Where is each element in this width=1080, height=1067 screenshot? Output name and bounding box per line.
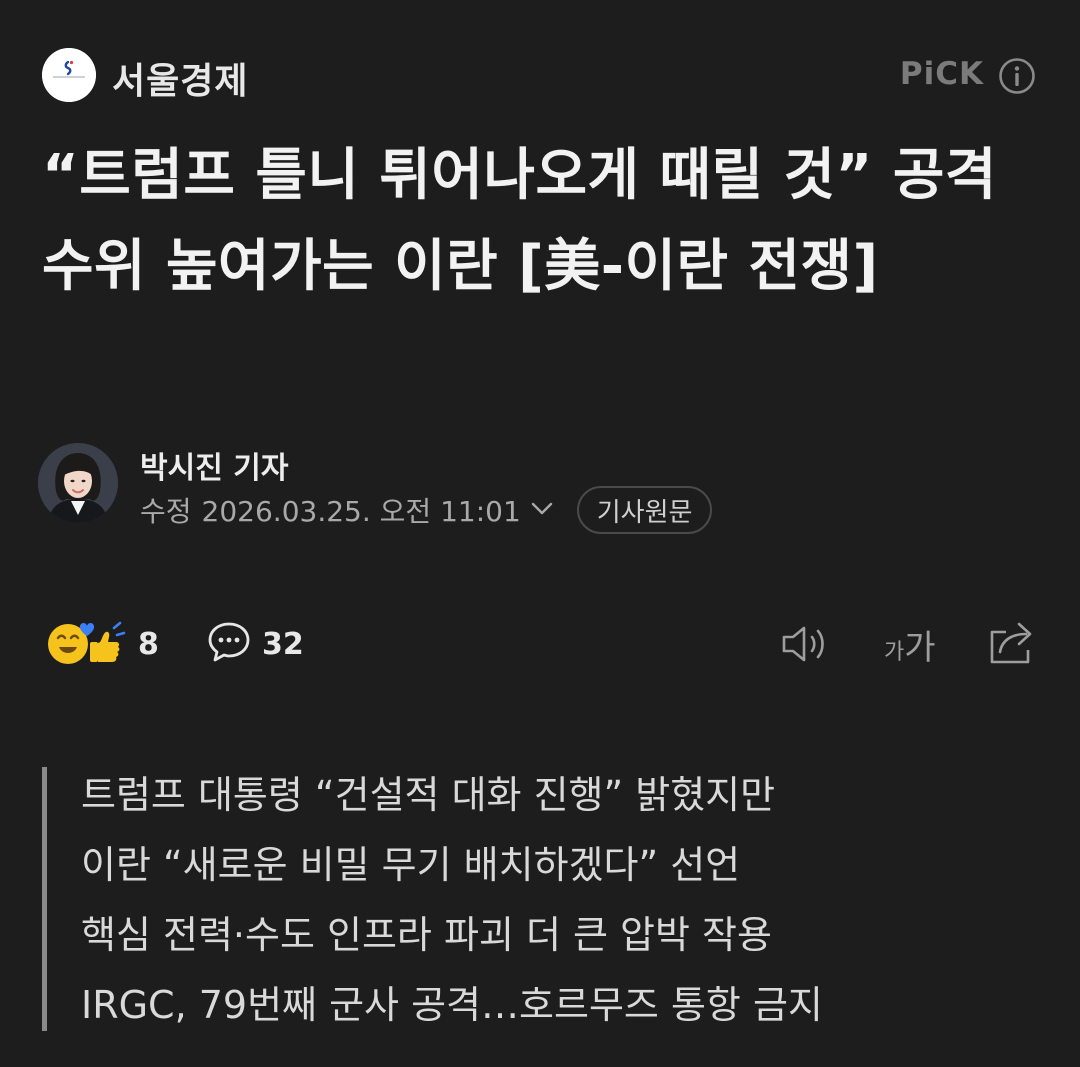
comment-icon [206, 619, 252, 669]
date-row: 수정 2026.03.25. 오전 11:01 기사원문 [140, 486, 713, 534]
article-summary: 트럼프 대통령 “건설적 대화 진행” 밝혔지만 이란 “새로운 비밀 무기 배… [42, 767, 1032, 1031]
summary-line: 핵심 전력·수도 인프라 파괴 더 큰 압박 작용 [81, 913, 772, 957]
reaction-button[interactable]: 8 [44, 616, 159, 672]
author-name[interactable]: 박시진 기자 [140, 443, 288, 487]
date-value: 2026.03.25. 오전 11:01 [201, 495, 521, 528]
pick-badge: PiCK [899, 56, 984, 92]
reaction-emoji-icon [44, 616, 128, 672]
reaction-count: 8 [138, 626, 159, 662]
summary-line: IRGC, 79번째 군사 공격…호르무즈 통항 금지 [81, 983, 823, 1027]
comment-button[interactable]: 32 [206, 616, 304, 672]
action-bar: 8 32 가가 [44, 616, 1044, 672]
summary-line: 트럼프 대통령 “건설적 대화 진행” 밝혔지만 [81, 773, 776, 817]
date-label: 수정 [140, 495, 192, 528]
article-headline: “트럼프 틀니 튀어나오게 때릴 것” 공격 수위 높여가는 이란 [美-이란 … [42, 143, 997, 299]
info-icon[interactable] [998, 57, 1036, 99]
font-size-small: 가 [884, 640, 905, 665]
article-header: 서울경제 PiCK [42, 46, 1040, 106]
author-avatar[interactable] [38, 443, 118, 523]
share-icon[interactable] [986, 618, 1038, 670]
font-size-icon[interactable]: 가가 [884, 620, 936, 669]
press-logo[interactable] [42, 48, 96, 102]
speaker-icon[interactable] [780, 622, 832, 670]
comment-count: 32 [262, 626, 304, 662]
font-size-large: 가 [904, 628, 936, 668]
press-name[interactable]: 서울경제 [112, 52, 248, 104]
chevron-down-icon[interactable] [531, 501, 553, 520]
original-article-button[interactable]: 기사원문 [576, 486, 713, 534]
summary-line: 이란 “새로운 비밀 무기 배치하겠다” 선언 [81, 843, 741, 887]
